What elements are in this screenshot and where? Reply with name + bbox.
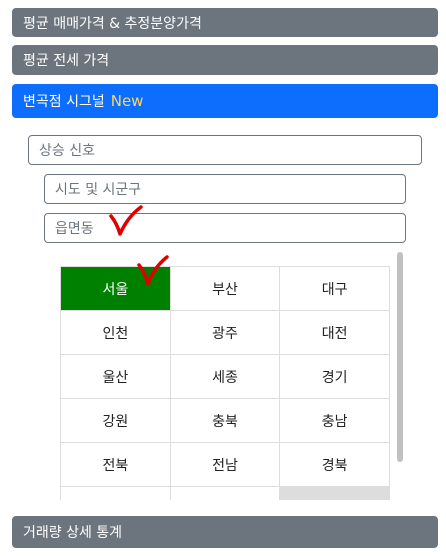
region-cell-empty <box>279 486 390 500</box>
region-cell[interactable]: 충남 <box>279 398 390 443</box>
accordion-volume-stats-label: 거래량 상세 통계 <box>23 525 123 541</box>
region-cell[interactable]: 광주 <box>169 310 281 355</box>
accordion-avg-jeonse-price-label: 평균 전세 가격 <box>23 53 110 69</box>
region-row: 강원 충북 충남 <box>60 398 390 443</box>
region-cell[interactable]: 제주 <box>169 486 281 500</box>
sido-sigungu-select[interactable]: 시도 및 시군구 <box>44 174 406 204</box>
eup-myeon-dong-placeholder: 읍면동 <box>55 221 94 237</box>
region-row: 울산 세종 경기 <box>60 354 390 399</box>
region-cell[interactable]: 경기 <box>279 354 390 399</box>
region-cell[interactable]: 전남 <box>169 442 281 487</box>
region-cell[interactable]: 부산 <box>169 266 281 311</box>
signal-select[interactable]: 상승 신호 <box>28 135 422 165</box>
eup-myeon-dong-input[interactable]: 읍면동 <box>44 213 406 243</box>
accordion-inflection-signal-label: 변곡점 시그널 <box>23 94 105 110</box>
region-cell[interactable]: 울산 <box>60 354 171 399</box>
region-table: 서울부산대구인천광주대전울산세종경기강원충북충남전북전남경북경남제주 <box>60 266 390 500</box>
red-check-mark-icon <box>109 205 143 236</box>
region-cell[interactable]: 대전 <box>279 310 390 355</box>
region-cell[interactable]: 경남 <box>60 486 171 500</box>
accordion-avg-jeonse-price[interactable]: 평균 전세 가격 <box>12 45 438 75</box>
accordion-volume-stats[interactable]: 거래량 상세 통계 <box>12 516 438 548</box>
region-cell[interactable]: 대구 <box>279 266 390 311</box>
region-cell[interactable]: 인천 <box>60 310 171 355</box>
region-cell[interactable]: 강원 <box>60 398 171 443</box>
region-cell[interactable]: 세종 <box>169 354 281 399</box>
region-cell[interactable]: 전북 <box>60 442 171 487</box>
accordion-avg-sale-price-label: 평균 매매가격 & 추정분양가격 <box>23 15 202 32</box>
new-badge: New <box>110 92 144 110</box>
region-cell[interactable]: 경북 <box>279 442 390 487</box>
region-row: 경남제주 <box>60 486 390 500</box>
region-grid: 서울부산대구인천광주대전울산세종경기강원충북충남전북전남경북경남제주 <box>60 266 390 500</box>
region-grid-scrollbar[interactable] <box>396 252 404 502</box>
region-row: 인천 광주 대전 <box>60 310 390 355</box>
scrollbar-thumb[interactable] <box>397 252 403 462</box>
signal-select-value: 상승 신호 <box>39 143 95 159</box>
region-row: 전북 전남 경북 <box>60 442 390 487</box>
region-row: 서울 부산 대구 <box>60 266 390 311</box>
sido-sigungu-select-value: 시도 및 시군구 <box>55 182 142 198</box>
accordion-inflection-signal[interactable]: 변곡점 시그널 New <box>12 84 438 118</box>
red-check-mark-icon <box>137 255 169 286</box>
accordion-avg-sale-price[interactable]: 평균 매매가격 & 추정분양가격 <box>12 8 438 37</box>
region-cell[interactable]: 충북 <box>169 398 281 443</box>
